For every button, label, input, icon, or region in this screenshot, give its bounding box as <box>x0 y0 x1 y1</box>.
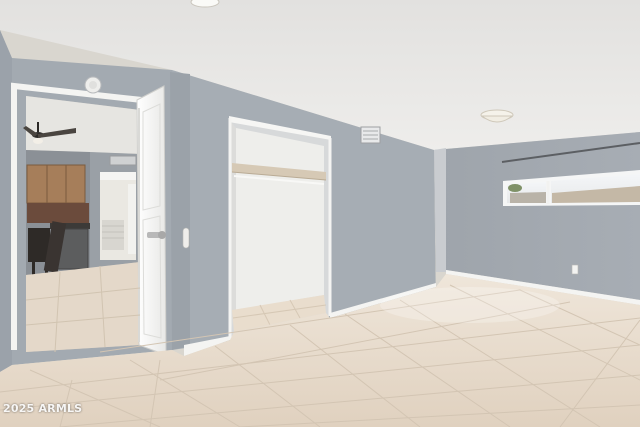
backsplash <box>27 203 89 223</box>
kitchen-cabinets <box>26 164 86 204</box>
door-knob-icon <box>147 231 166 239</box>
left-wall <box>0 30 12 372</box>
room-photo: 2025 ARMLS <box>0 0 640 427</box>
wall-outlet-icon <box>571 264 579 275</box>
photo-watermark: 2025 ARMLS <box>3 402 83 415</box>
open-door <box>136 85 167 356</box>
ceiling-light-left-icon <box>190 0 220 8</box>
air-vent-icon <box>360 126 381 144</box>
light-switch <box>182 227 190 249</box>
kitchen-floor <box>26 262 140 352</box>
room-illustration <box>0 0 640 427</box>
